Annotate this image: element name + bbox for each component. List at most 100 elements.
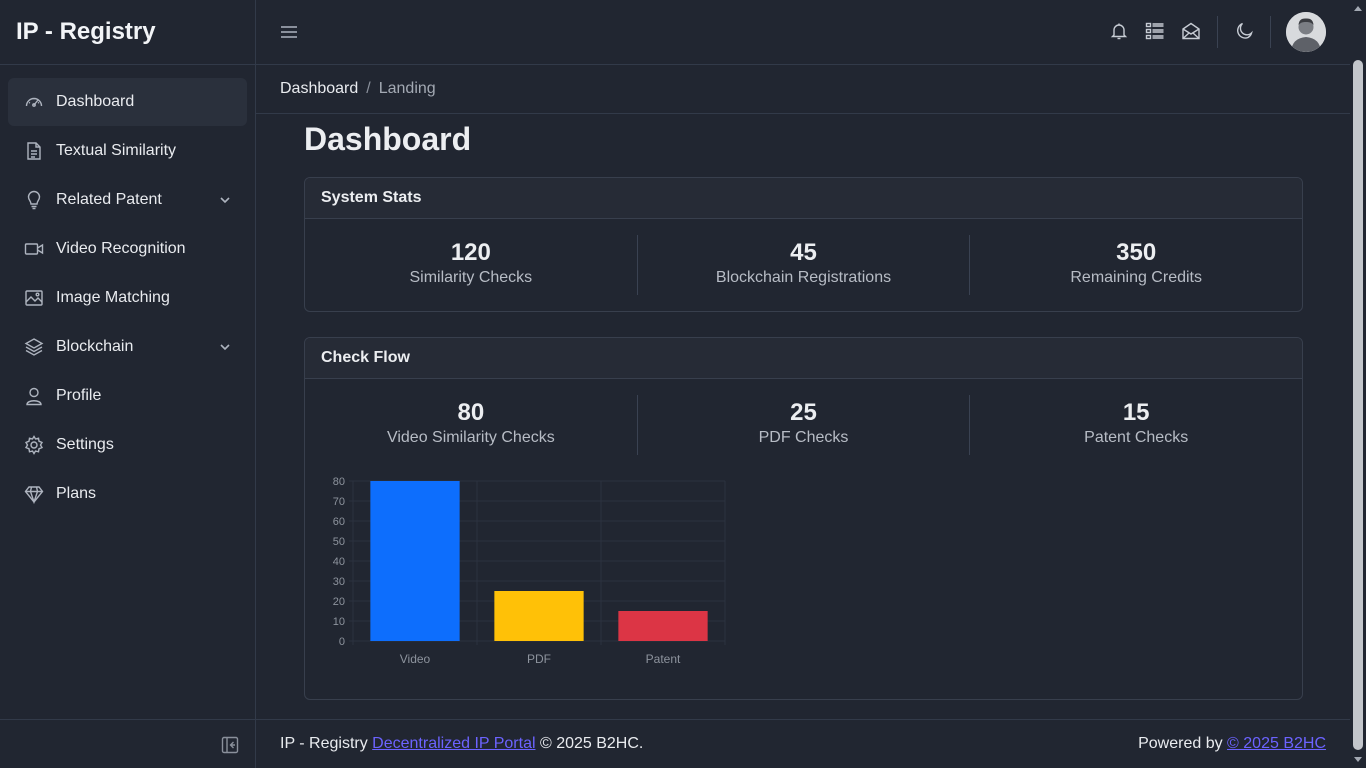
breadcrumb-current: Landing [378,80,436,97]
stat-remaining-credits: 350 Remaining Credits [970,235,1302,295]
stat-value: 350 [1116,239,1157,266]
lightbulb-icon [24,190,44,210]
stat-label: PDF Checks [758,429,849,446]
diamond-icon [24,484,44,504]
sidebar-item-label: Dashboard [56,93,135,110]
page-footer: IP - Registry Decentralized IP Portal © … [256,719,1350,768]
system-stats-card: System Stats 120 Similarity Checks 45 Bl… [304,177,1303,312]
bar-pdf [494,591,584,641]
stat-video-similarity-checks: 80 Video Similarity Checks [305,395,638,455]
main-content: Dashboard System Stats 120 Similarity Ch… [304,114,1303,700]
hamburger-menu-icon[interactable] [280,22,298,42]
footer-portal-link[interactable]: Decentralized IP Portal [372,735,535,752]
user-icon [24,386,44,406]
footer-copyright: © 2025 B2HC. [535,735,644,752]
y-tick-label: 20 [333,596,345,608]
sidebar-nav: Dashboard Textual Similarity Related Pat… [0,65,255,518]
x-tick-label: Video [400,652,431,666]
sidebar-item-related-patent[interactable]: Related Patent [8,176,247,224]
gear-icon [24,435,44,455]
breadcrumb: Dashboard / Landing [256,65,1350,114]
chevron-down-icon[interactable] [219,193,231,205]
x-tick-label: PDF [527,652,551,666]
video-icon [24,239,44,259]
y-tick-label: 70 [333,496,345,508]
stat-value: 80 [457,399,485,426]
sidebar-item-settings[interactable]: Settings [8,421,247,469]
stat-label: Similarity Checks [409,269,533,286]
sidebar-collapse-icon[interactable] [221,736,239,754]
stat-label: Blockchain Registrations [715,269,892,286]
sidebar-footer [0,719,255,768]
stat-patent-checks: 15 Patent Checks [970,395,1302,455]
scroll-down-arrow-icon[interactable] [1354,757,1362,762]
sidebar-item-label: Image Matching [56,289,170,306]
chevron-down-icon[interactable] [219,340,231,352]
stats-row: 120 Similarity Checks 45 Blockchain Regi… [305,219,1302,311]
page-scrollbar[interactable] [1350,0,1366,768]
y-tick-label: 10 [333,616,345,628]
check-flow-card: Check Flow 80 Video Similarity Checks 25… [304,337,1303,700]
list-icon[interactable] [1145,21,1165,41]
sidebar-item-label: Video Recognition [56,240,186,257]
footer-brand: IP - Registry [280,735,373,752]
sidebar-item-profile[interactable]: Profile [8,372,247,420]
sidebar-item-plans[interactable]: Plans [8,470,247,518]
footer-b2hc-link[interactable]: © 2025 B2HC [1227,735,1326,752]
speedometer-icon [24,92,44,112]
stat-blockchain-registrations: 45 Blockchain Registrations [638,235,971,295]
sidebar: IP - Registry Dashboard Textual Similari… [0,0,256,768]
y-tick-label: 50 [333,536,345,548]
stat-label: Patent Checks [1084,429,1189,446]
stat-value: 45 [790,239,817,266]
top-header [256,0,1350,65]
header-divider [1217,16,1218,48]
y-tick-label: 40 [333,556,345,568]
sidebar-item-label: Blockchain [56,338,134,355]
image-icon [24,288,44,308]
card-header: Check Flow [305,338,1302,379]
header-divider [1270,16,1271,48]
stat-similarity-checks: 120 Similarity Checks [305,235,638,295]
x-tick-label: Patent [646,652,681,666]
y-tick-label: 0 [339,636,345,648]
y-tick-label: 30 [333,576,345,588]
sidebar-item-image-matching[interactable]: Image Matching [8,274,247,322]
breadcrumb-separator: / [366,80,371,97]
bell-icon[interactable] [1109,21,1129,41]
sidebar-item-video-recognition[interactable]: Video Recognition [8,225,247,273]
page-title: Dashboard [304,121,472,157]
sidebar-item-label: Plans [56,485,97,502]
avatar[interactable] [1286,12,1326,52]
footer-right: Powered by © 2025 B2HC [1138,735,1326,753]
layers-icon [24,337,44,357]
sidebar-item-textual-similarity[interactable]: Textual Similarity [8,127,247,175]
footer-powered-by: Powered by [1138,735,1228,752]
sidebar-item-label: Textual Similarity [56,142,177,159]
stat-value: 15 [1122,399,1150,426]
moon-icon[interactable] [1234,21,1254,41]
document-icon [24,141,44,161]
bar-patent [618,611,708,641]
stat-value: 25 [790,399,817,426]
sidebar-item-label: Profile [56,387,102,404]
card-header: System Stats [305,178,1302,219]
y-tick-label: 80 [333,476,345,488]
breadcrumb-home-link[interactable]: Dashboard [280,80,358,98]
check-flow-chart: 0 10 20 30 40 50 60 70 80 Video PDF Patent [311,471,731,681]
sidebar-item-blockchain[interactable]: Blockchain [8,323,247,371]
stat-label: Video Similarity Checks [386,429,555,446]
stat-value: 120 [450,239,491,266]
scroll-thumb[interactable] [1353,60,1363,750]
scroll-up-arrow-icon[interactable] [1354,6,1362,11]
sidebar-item-dashboard[interactable]: Dashboard [8,78,247,126]
stat-label: Remaining Credits [1070,269,1202,286]
stats-row: 80 Video Similarity Checks 25 PDF Checks… [305,379,1302,471]
footer-left: IP - Registry Decentralized IP Portal © … [280,735,643,753]
bar-video [370,481,460,641]
stat-pdf-checks: 25 PDF Checks [638,395,971,455]
y-tick-label: 60 [333,516,345,528]
sidebar-item-label: Related Patent [56,191,162,208]
app-title[interactable]: IP - Registry [0,0,255,65]
envelope-icon[interactable] [1181,21,1201,41]
